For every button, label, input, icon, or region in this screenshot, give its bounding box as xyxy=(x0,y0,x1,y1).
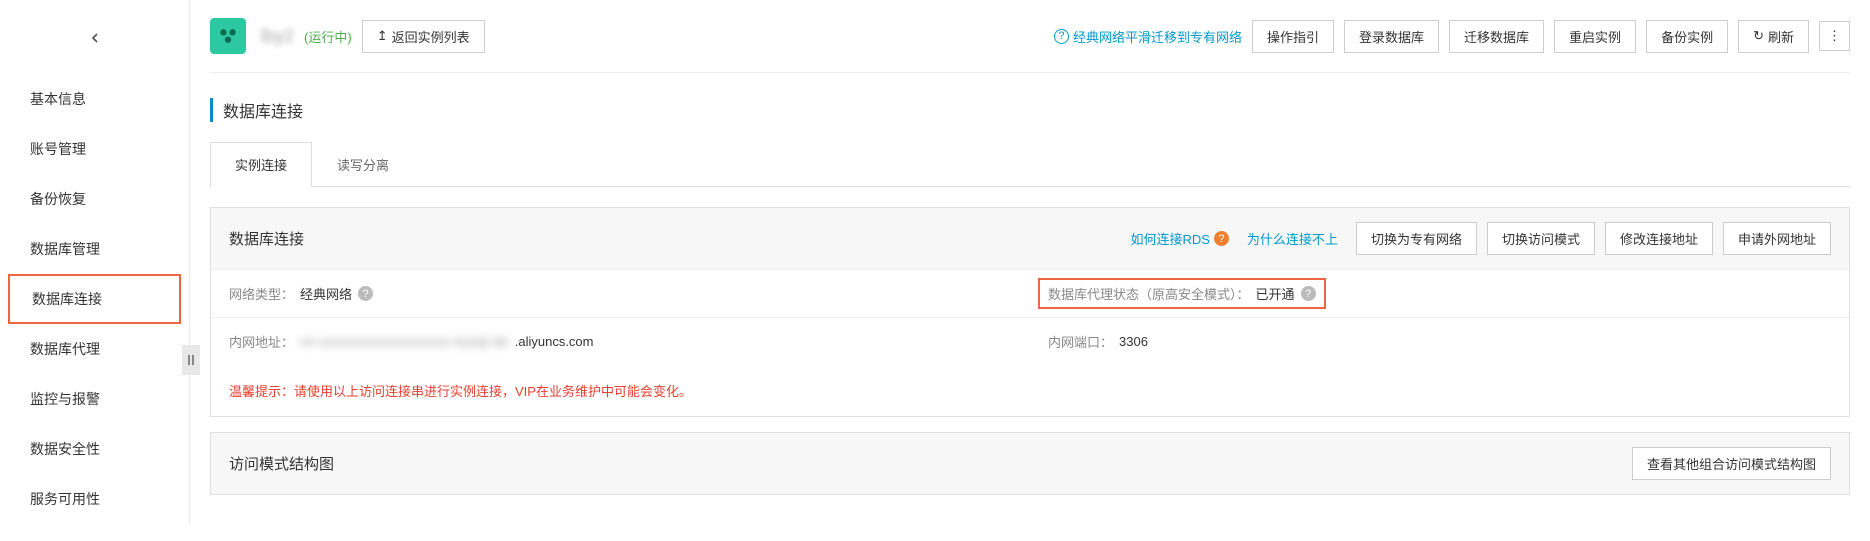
network-type-value: 经典网络 xyxy=(300,284,352,303)
access-mode-panel: 访问模式结构图 查看其他组合访问模式结构图 xyxy=(210,432,1850,495)
instance-name: lby2 xyxy=(261,26,294,47)
panel-action-2[interactable]: 修改连接地址 xyxy=(1605,222,1713,255)
intranet-addr-suffix: .aliyuncs.com xyxy=(515,334,594,349)
tab-read-write-split[interactable]: 读写分离 xyxy=(312,142,414,186)
network-type-label: 网络类型： xyxy=(229,284,294,303)
refresh-button[interactable]: ↻ 刷新 xyxy=(1738,20,1809,53)
intranet-addr-label: 内网地址： xyxy=(229,332,294,351)
proxy-status-value: 已开通 xyxy=(1256,284,1295,303)
view-other-modes-button[interactable]: 查看其他组合访问模式结构图 xyxy=(1632,447,1831,480)
tab-instance-connection[interactable]: 实例连接 xyxy=(210,142,312,187)
intranet-port-value: 3306 xyxy=(1119,334,1148,349)
address-row: 内网地址： rm-xxxxxxxxxxxxxxxxxxxx.mysql.rds … xyxy=(211,317,1849,365)
header-action-1[interactable]: 登录数据库 xyxy=(1344,20,1439,53)
info-icon: ? xyxy=(1054,29,1069,44)
sidebar-item-6[interactable]: 监控与报警 xyxy=(0,374,189,424)
sidebar-item-0[interactable]: 基本信息 xyxy=(0,74,189,124)
page-header: lby2 (运行中) ↥ 返回实例列表 ? 经典网络平滑迁移到专有网络 操作指引… xyxy=(210,0,1850,73)
section-title: 数据库连接 xyxy=(210,98,1850,122)
connection-panel-header: 数据库连接 如何连接RDS ? 为什么连接不上 切换为专有网络切换访问模式修改连… xyxy=(211,208,1849,269)
sidebar-item-8[interactable]: 服务可用性 xyxy=(0,474,189,524)
intranet-port-label: 内网端口： xyxy=(1048,332,1113,351)
help-icon[interactable]: ? xyxy=(1214,231,1229,246)
panel-title: 数据库连接 xyxy=(229,228,304,249)
sidebar-item-5[interactable]: 数据库代理 xyxy=(0,324,189,374)
help-icon[interactable]: ? xyxy=(358,286,373,301)
sidebar-item-4[interactable]: 数据库连接 xyxy=(8,274,181,324)
sidebar-item-1[interactable]: 账号管理 xyxy=(0,124,189,174)
panel-action-0[interactable]: 切换为专有网络 xyxy=(1356,222,1477,255)
header-action-3[interactable]: 重启实例 xyxy=(1554,20,1636,53)
header-action-2[interactable]: 迁移数据库 xyxy=(1449,20,1544,53)
more-button[interactable]: ⋮ xyxy=(1819,21,1850,51)
proxy-status-label: 数据库代理状态（原高安全模式）： xyxy=(1048,284,1250,303)
panel-action-3[interactable]: 申请外网地址 xyxy=(1723,222,1831,255)
chevron-left-icon xyxy=(87,30,103,46)
header-action-4[interactable]: 备份实例 xyxy=(1646,20,1728,53)
help-icon[interactable]: ? xyxy=(1301,286,1316,301)
tabs: 实例连接 读写分离 xyxy=(210,142,1850,187)
sidebar-item-2[interactable]: 备份恢复 xyxy=(0,174,189,224)
connection-panel: 数据库连接 如何连接RDS ? 为什么连接不上 切换为专有网络切换访问模式修改连… xyxy=(210,207,1850,417)
back-to-list-button[interactable]: ↥ 返回实例列表 xyxy=(362,20,485,53)
intranet-addr-blurred: rm-xxxxxxxxxxxxxxxxxxxx.mysql.rds xyxy=(300,334,509,349)
main-content: lby2 (运行中) ↥ 返回实例列表 ? 经典网络平滑迁移到专有网络 操作指引… xyxy=(190,0,1870,524)
panel-action-1[interactable]: 切换访问模式 xyxy=(1487,222,1595,255)
db-logo-icon xyxy=(210,18,246,54)
why-fail-link[interactable]: 为什么连接不上 xyxy=(1247,229,1338,248)
return-icon: ↥ xyxy=(377,28,388,44)
warning-text: 温馨提示：请使用以上访问连接串进行实例连接，VIP在业务维护中可能会变化。 xyxy=(211,365,1849,416)
migrate-network-link[interactable]: ? 经典网络平滑迁移到专有网络 xyxy=(1054,27,1242,46)
sidebar-item-3[interactable]: 数据库管理 xyxy=(0,224,189,274)
access-mode-title: 访问模式结构图 xyxy=(229,453,334,474)
header-action-0[interactable]: 操作指引 xyxy=(1252,20,1334,53)
refresh-icon: ↻ xyxy=(1753,28,1764,44)
back-button[interactable] xyxy=(0,20,189,74)
instance-status: (运行中) xyxy=(304,27,352,46)
sidebar-item-7[interactable]: 数据安全性 xyxy=(0,424,189,474)
more-icon: ⋮ xyxy=(1828,28,1841,44)
network-row: 网络类型： 经典网络 ? 数据库代理状态（原高安全模式）： 已开通 ? xyxy=(211,269,1849,317)
how-connect-link[interactable]: 如何连接RDS xyxy=(1130,229,1209,248)
sidebar: 基本信息账号管理备份恢复数据库管理数据库连接数据库代理监控与报警数据安全性服务可… xyxy=(0,0,190,524)
